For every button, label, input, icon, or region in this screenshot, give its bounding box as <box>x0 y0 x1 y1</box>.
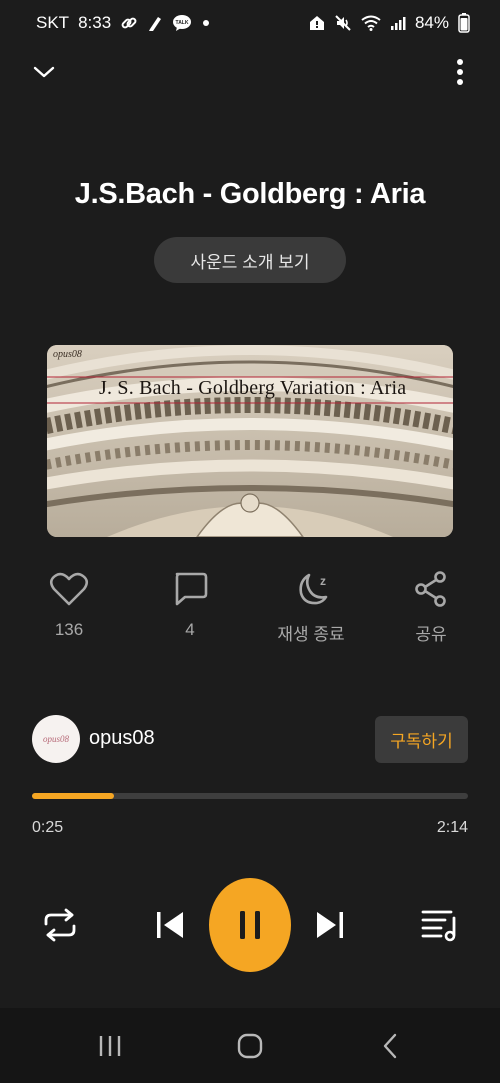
more-vertical-icon <box>457 59 463 85</box>
status-left: SKT 8:33 TALK <box>36 13 211 33</box>
comment-icon <box>175 572 208 606</box>
talk-badge-text: TALK <box>176 20 189 26</box>
back-button[interactable] <box>370 1028 410 1064</box>
pause-icon <box>240 911 260 939</box>
avatar-label: opus08 <box>42 734 69 744</box>
total-time: 2:14 <box>436 819 468 836</box>
pause-button[interactable] <box>209 878 291 972</box>
skip-previous-icon <box>157 912 183 938</box>
album-art: opus08 J. S. Bach - Goldberg Variation :… <box>47 345 453 537</box>
pen-icon <box>147 14 163 32</box>
more-options-button[interactable] <box>450 54 470 90</box>
moon-sleep-icon: z <box>299 573 328 605</box>
channel-avatar[interactable]: opus08 <box>32 715 80 763</box>
status-right: 84% <box>309 13 470 33</box>
track-title: J.S.Bach - Goldberg : Aria <box>74 178 426 210</box>
subscribe-button[interactable]: 구독하기 <box>375 716 468 763</box>
battery-icon <box>458 13 470 33</box>
previous-button[interactable] <box>150 905 190 945</box>
kakaotalk-icon: TALK <box>172 14 192 32</box>
sound-intro-button[interactable]: 사운드 소개 보기 <box>154 237 346 283</box>
album-art-caption: J. S. Bach - Goldberg Variation : Aria <box>99 377 407 399</box>
mute-icon <box>334 14 352 32</box>
channel-name[interactable]: opus08 <box>89 727 155 750</box>
playback-controls <box>0 878 500 972</box>
dot-icon <box>201 18 211 28</box>
collapse-button[interactable] <box>28 56 60 88</box>
comment-button[interactable]: 4 <box>135 568 245 640</box>
clock: 8:33 <box>78 13 112 32</box>
wifi-icon <box>361 15 381 31</box>
back-icon <box>383 1033 397 1059</box>
share-icon <box>415 571 446 607</box>
home-icon <box>237 1033 263 1059</box>
heart-icon <box>49 572 89 606</box>
progress-fill <box>32 793 114 799</box>
top-bar <box>0 50 500 94</box>
chevron-down-icon <box>33 66 55 78</box>
like-count: 136 <box>54 620 84 639</box>
next-button[interactable] <box>310 905 350 945</box>
battery-percent: 84% <box>414 13 449 32</box>
recent-apps-button[interactable] <box>90 1028 130 1064</box>
system-nav-bar <box>0 1008 500 1083</box>
sleep-timer-label: 재생 종료 <box>277 625 345 644</box>
home-alert-icon <box>309 14 325 32</box>
share-button[interactable]: 공유 <box>376 568 486 645</box>
playlist-icon <box>421 910 456 942</box>
share-label: 공유 <box>415 625 447 644</box>
recent-apps-icon <box>99 1036 121 1056</box>
home-button[interactable] <box>230 1028 270 1064</box>
album-art-tag: opus08 <box>53 349 82 360</box>
progress-bar[interactable] <box>32 793 468 799</box>
action-row: 136 4 z 재생 종료 공유 <box>0 568 500 648</box>
channel-row: opus08 opus08 구독하기 <box>0 714 500 768</box>
playlist-button[interactable] <box>418 905 462 945</box>
link-icon <box>120 14 138 32</box>
status-bar: SKT 8:33 TALK 84% <box>0 0 500 46</box>
carrier-label: SKT <box>36 13 70 32</box>
skip-next-icon <box>317 912 343 938</box>
cathedral-arch-image <box>47 345 453 537</box>
repeat-icon <box>44 908 76 942</box>
like-button[interactable]: 136 <box>14 568 124 640</box>
current-time: 0:25 <box>32 819 64 836</box>
comment-count: 4 <box>185 620 195 639</box>
signal-icon <box>390 15 406 31</box>
sleep-timer-button[interactable]: z 재생 종료 <box>256 568 366 645</box>
repeat-button[interactable] <box>38 905 82 945</box>
svg-text:z: z <box>320 574 326 588</box>
